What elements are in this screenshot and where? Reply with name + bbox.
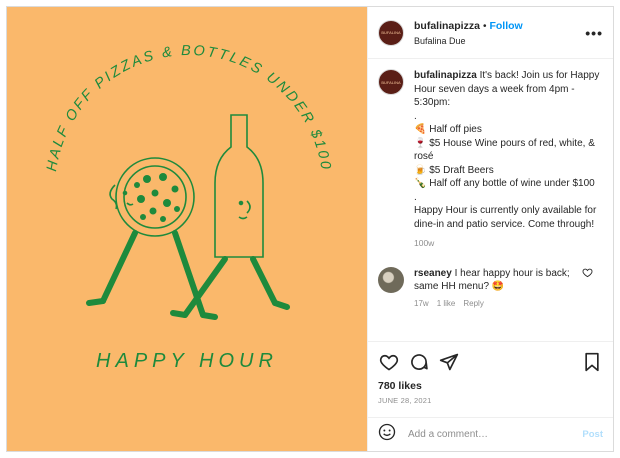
follow-button[interactable]: Follow: [489, 20, 522, 32]
caption: BUFALINA bufalinapizza It's back! Join u…: [378, 69, 603, 251]
comment: rseaney I hear happy hour is back; same …: [378, 266, 603, 311]
action-icons: [378, 350, 603, 374]
pizza-toppings: [134, 173, 180, 222]
caption-item: 🍺 $5 Draft Beers: [414, 164, 494, 176]
post-header: BUFALINA bufalinapizza • Follow Bufalina D…: [368, 7, 613, 59]
character-legs: [86, 230, 290, 320]
arc-text: HALF OFF PIZZAS & BOTTLES UNDER $100: [44, 43, 334, 173]
add-comment-bar: Post: [368, 417, 613, 451]
action-bar: 780 likes JUNE 28, 2021: [368, 341, 613, 411]
post-sidebar: BUFALINA bufalinapizza • Follow Bufalina D…: [367, 7, 613, 451]
bottle-character: [214, 114, 264, 258]
heart-icon[interactable]: [378, 351, 400, 373]
instagram-post: HALF OFF PIZZAS & BOTTLES UNDER $100 HAP…: [6, 6, 614, 452]
caption-item: 🍷 $5 House Wine pours of red, white, & r…: [414, 137, 595, 163]
post-image[interactable]: HALF OFF PIZZAS & BOTTLES UNDER $100 HAP…: [7, 7, 367, 451]
reply-button[interactable]: Reply: [463, 299, 483, 308]
caption-age[interactable]: 100w: [414, 237, 600, 251]
avatar[interactable]: BUFALINA: [378, 19, 404, 46]
post-comment-button[interactable]: Post: [582, 429, 603, 440]
caption-line: Happy Hour is currently only available f…: [414, 205, 597, 230]
likes-count[interactable]: 780 likes: [378, 380, 603, 392]
caption-avatar[interactable]: BUFALINA: [378, 69, 404, 95]
caption-separator: .: [414, 110, 417, 122]
share-icon[interactable]: [438, 351, 460, 373]
post-date[interactable]: JUNE 28, 2021: [378, 396, 603, 405]
comment-username[interactable]: rseaney: [414, 268, 452, 279]
username-link[interactable]: bufalinapizza: [414, 20, 480, 32]
caption-item: 🍕 Half off pies: [414, 124, 482, 135]
separator-dot: •: [482, 20, 487, 32]
comment-heart-icon[interactable]: [582, 267, 593, 311]
location-link[interactable]: Bufalina Due: [414, 34, 585, 48]
caption-username[interactable]: bufalinapizza: [414, 70, 477, 81]
avatar-text: BUFALINA: [381, 79, 401, 85]
pizza-character: [109, 157, 195, 237]
header-text: bufalinapizza • Follow Bufalina Due: [414, 18, 585, 48]
commenter-avatar[interactable]: [378, 266, 404, 293]
more-icon[interactable]: •••: [585, 25, 603, 41]
caption-item: 🍾 Half off any bottle of wine under $100: [414, 178, 595, 189]
comment-text: rseaney I hear happy hour is back; same …: [414, 267, 574, 311]
avatar-text: BUFALINA: [381, 30, 401, 35]
comment-meta: 17w 1 like Reply: [414, 297, 574, 311]
comment-icon[interactable]: [408, 351, 430, 373]
happy-hour-illustration: HALF OFF PIZZAS & BOTTLES UNDER $100 HAP…: [44, 43, 334, 372]
comment-input[interactable]: [406, 428, 583, 441]
comments-area: BUFALINA bufalinapizza It's back! Join u…: [368, 59, 613, 339]
caption-separator: .: [414, 191, 417, 203]
bookmark-icon[interactable]: [581, 351, 603, 373]
caption-text: bufalinapizza It's back! Join us for Hap…: [414, 69, 600, 251]
emoji-icon[interactable]: [378, 423, 396, 446]
happy-hour-title: HAPPY HOUR: [96, 350, 278, 372]
comment-likes[interactable]: 1 like: [437, 299, 456, 308]
comment-age[interactable]: 17w: [414, 299, 429, 308]
